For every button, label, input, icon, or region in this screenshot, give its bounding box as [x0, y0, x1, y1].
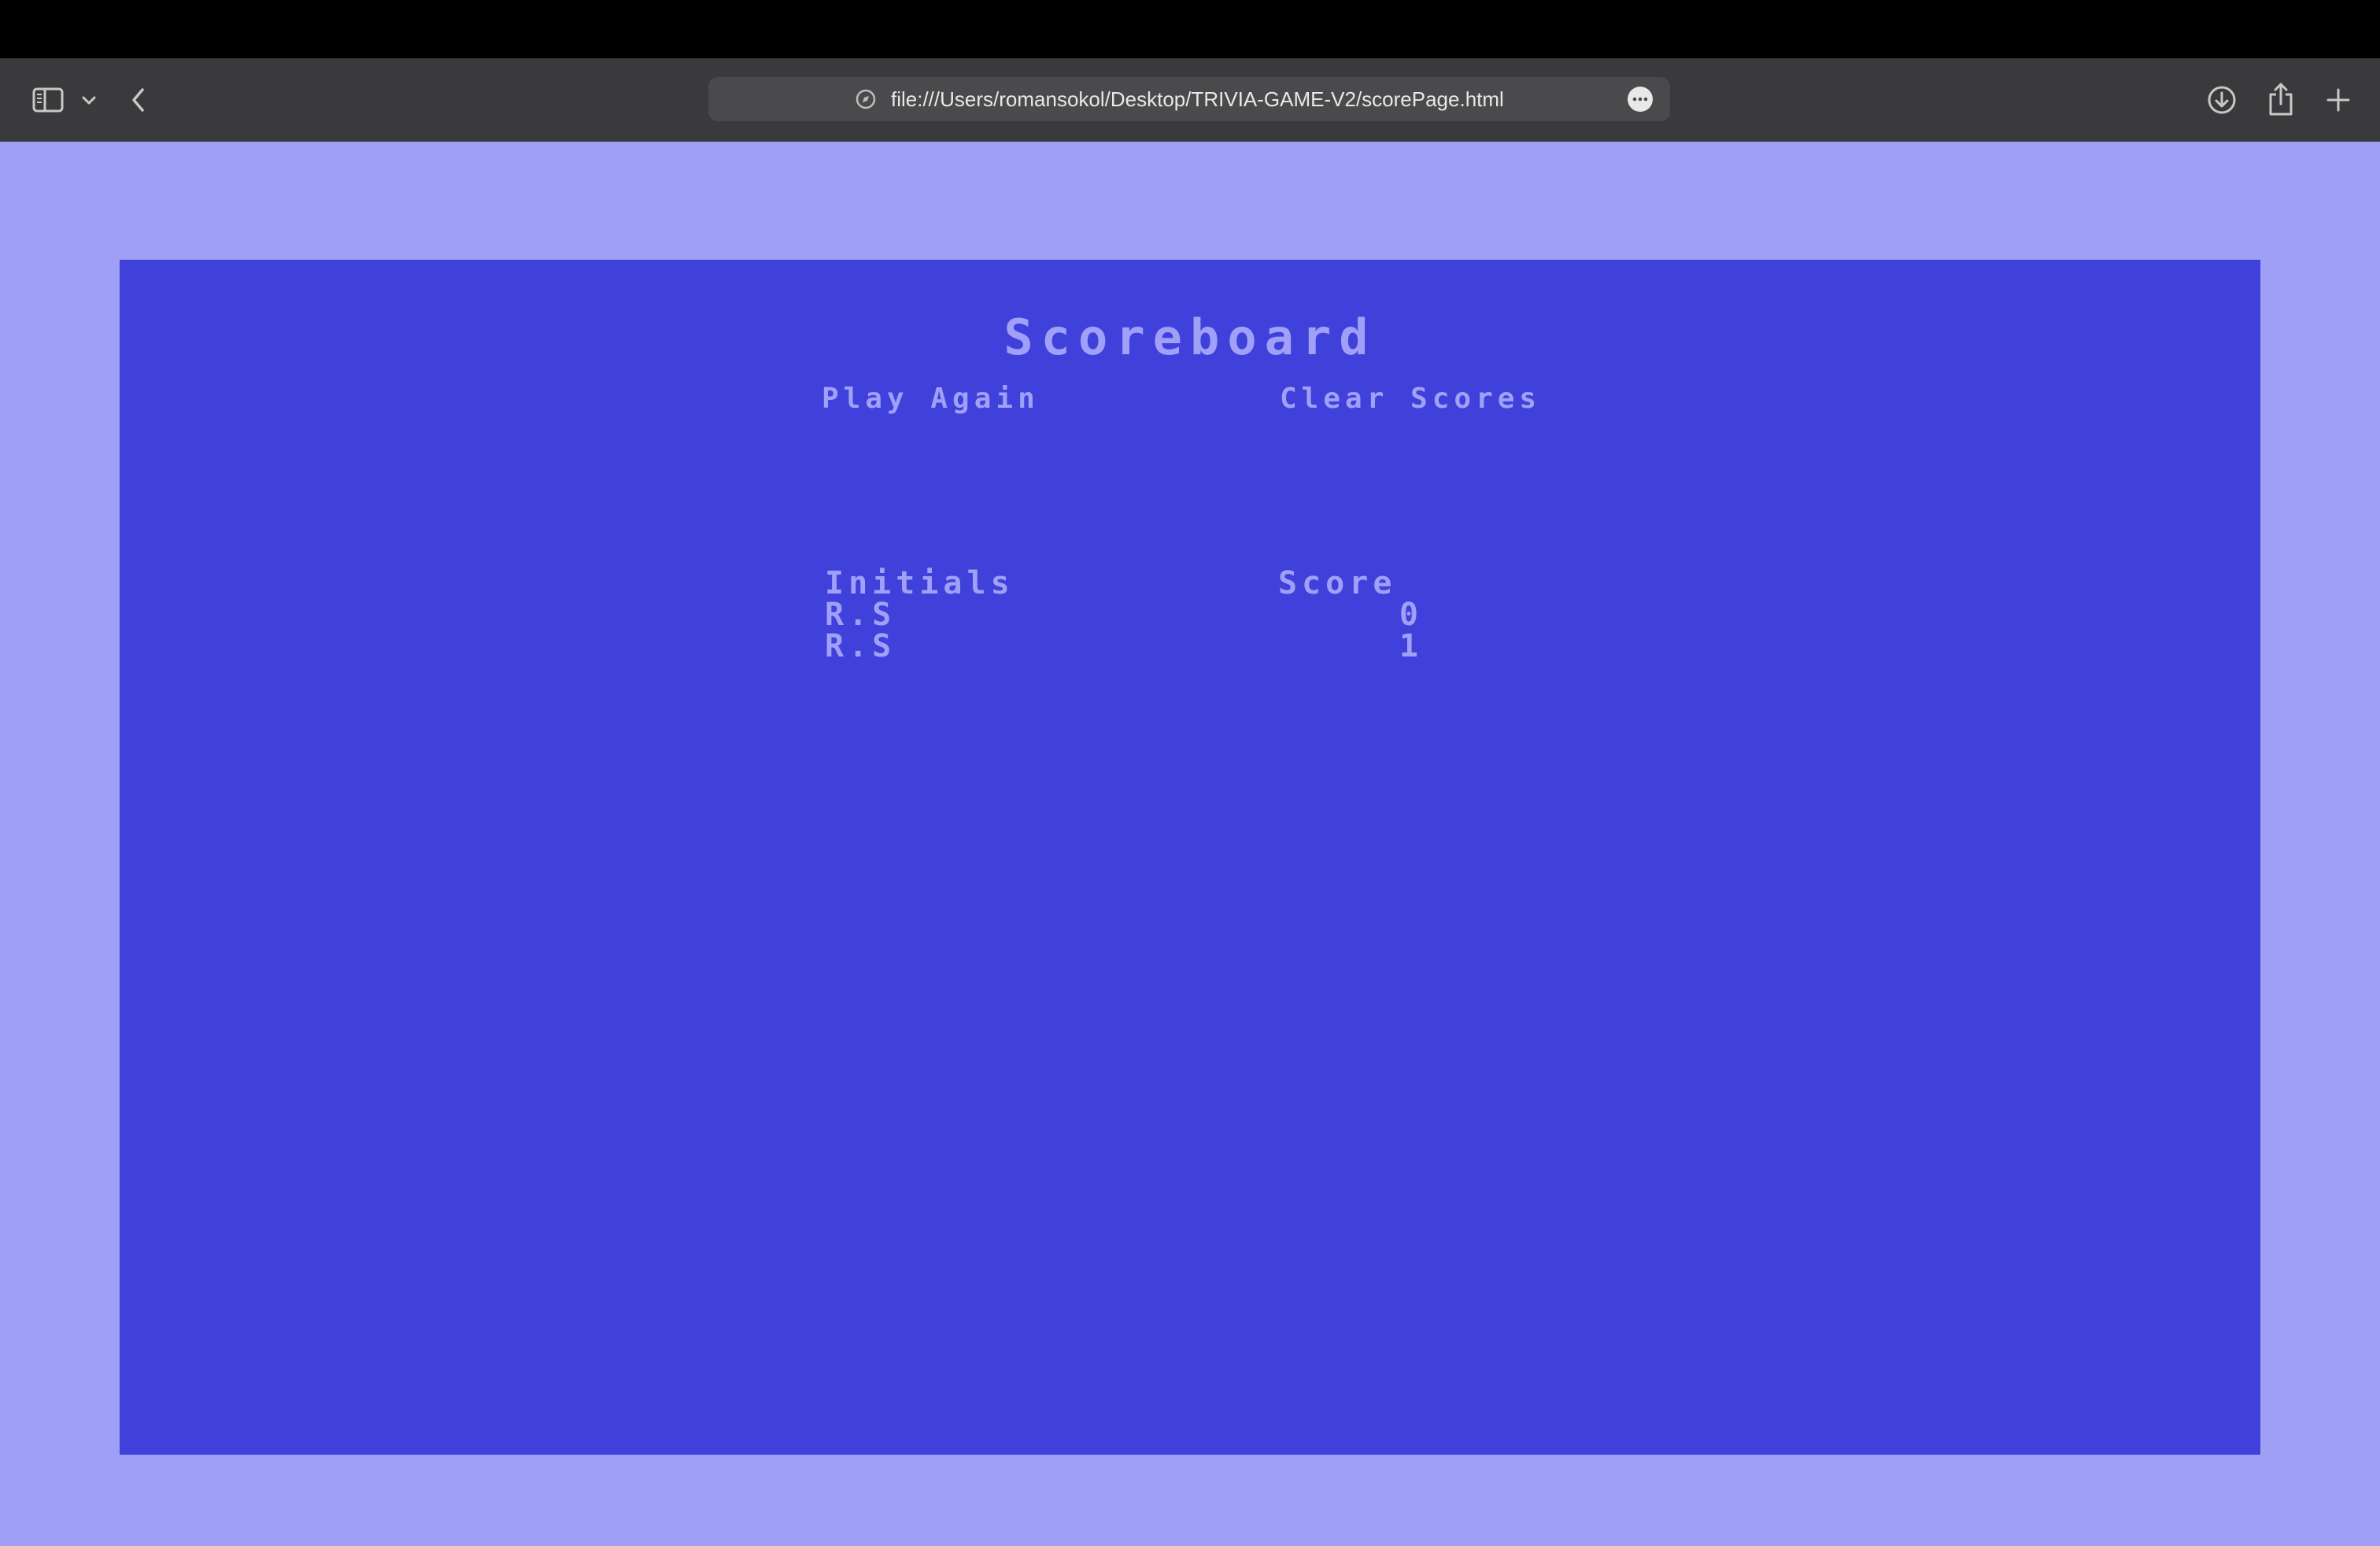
table-row-initials: R.S	[825, 628, 896, 664]
page-viewport: Scoreboard Play Again Clear Scores Initi…	[0, 142, 2380, 1546]
top-black-bar	[0, 0, 2380, 58]
play-again-button[interactable]: Play Again	[822, 383, 1040, 415]
share-icon[interactable]	[2264, 77, 2298, 121]
table-row-score: 1	[1399, 628, 1423, 664]
plus-icon[interactable]	[2320, 80, 2356, 120]
address-url[interactable]: file:///Users/romansokol/Desktop/TRIVIA-…	[891, 77, 1504, 121]
ellipsis-icon[interactable]	[1628, 87, 1653, 112]
download-icon[interactable]	[2204, 80, 2240, 120]
page-title: Scoreboard	[1003, 309, 1377, 366]
compass-icon	[855, 88, 877, 110]
chevron-left-icon[interactable]	[124, 80, 153, 120]
chevron-down-icon[interactable]	[77, 83, 101, 118]
sidebar-icon[interactable]	[28, 80, 68, 120]
address-bar[interactable]: file:///Users/romansokol/Desktop/TRIVIA-…	[708, 77, 1670, 121]
scoreboard-panel: Scoreboard Play Again Clear Scores Initi…	[120, 260, 2260, 1455]
clear-scores-button[interactable]: Clear Scores	[1280, 383, 1541, 415]
